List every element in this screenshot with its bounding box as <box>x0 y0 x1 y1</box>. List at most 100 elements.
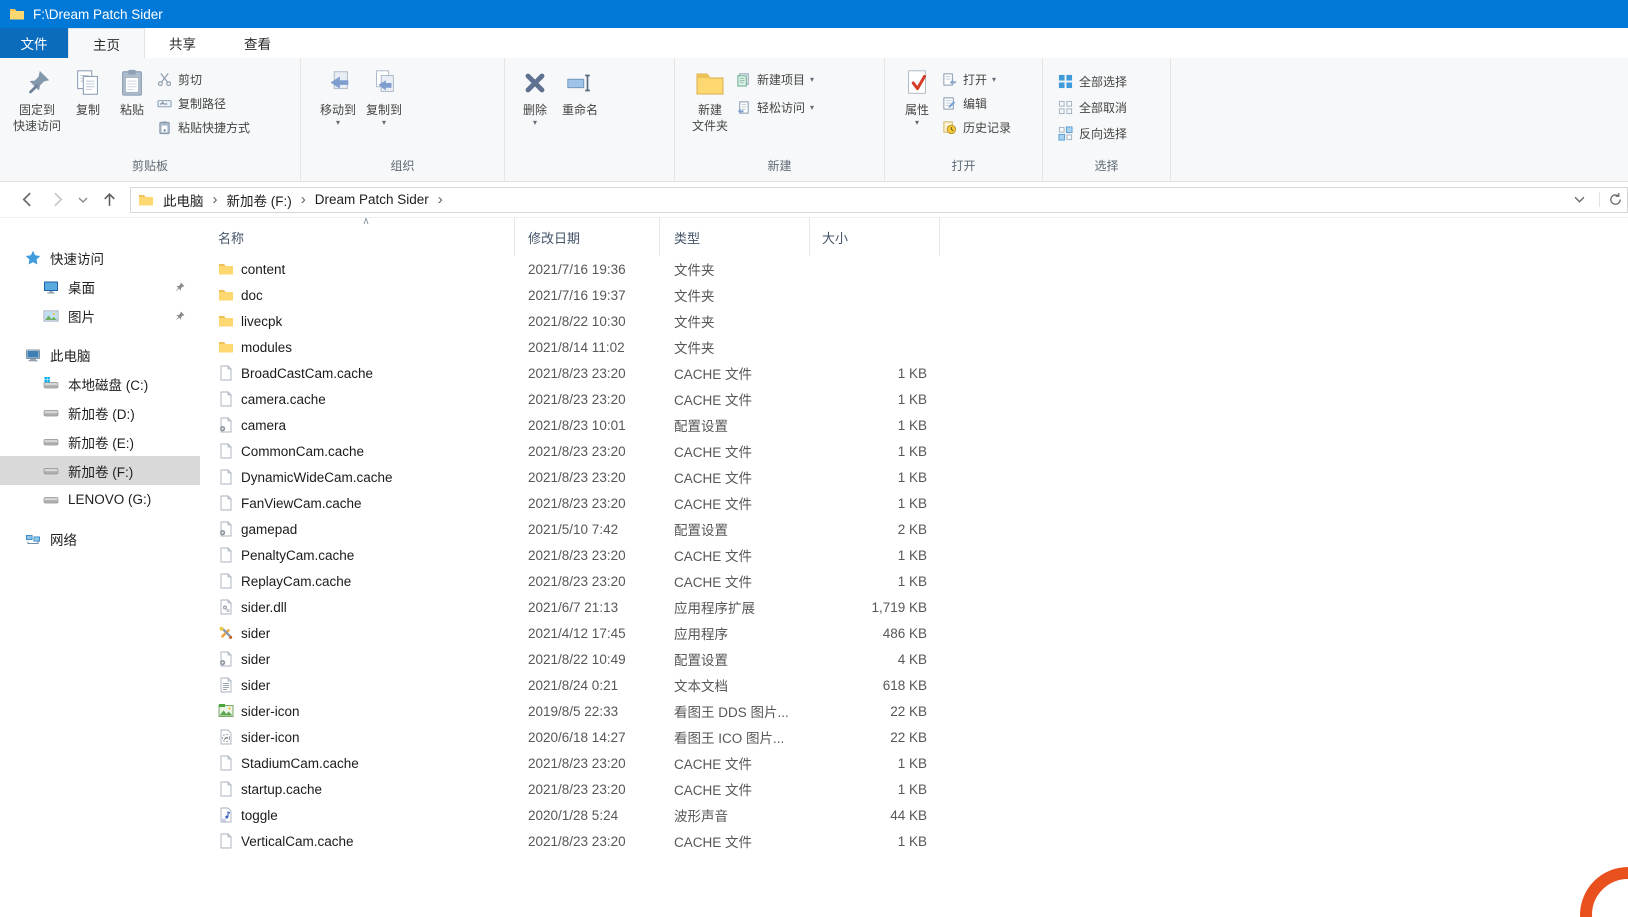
ribbon-group-select: 全部选择 全部取消 反向选择 选择 <box>1043 58 1171 181</box>
file-type: CACHE 文件 <box>660 753 810 773</box>
cut-button[interactable]: 剪切 <box>154 70 253 89</box>
table-row[interactable]: sider.dll2021/6/7 21:13应用程序扩展1,719 KB <box>210 594 1628 620</box>
move-to-label: 移动到 <box>320 103 356 119</box>
desktop-icon <box>43 279 59 295</box>
sidebar-item[interactable]: 此电脑 <box>0 340 200 369</box>
table-row[interactable]: CommonCam.cache2021/8/23 23:20CACHE 文件1 … <box>210 438 1628 464</box>
sidebar-item-label: 新加卷 (D:) <box>68 403 135 423</box>
tab-file[interactable]: 文件 <box>0 28 68 58</box>
table-row[interactable]: PenaltyCam.cache2021/8/23 23:20CACHE 文件1… <box>210 542 1628 568</box>
address-box[interactable]: 此电脑›新加卷 (F:)›Dream Patch Sider› <box>130 187 1628 213</box>
file-size: 1 KB <box>810 366 940 381</box>
table-row[interactable]: StadiumCam.cache2021/8/23 23:20CACHE 文件1… <box>210 750 1628 776</box>
breadcrumb-item[interactable]: Dream Patch Sider <box>308 192 436 207</box>
invert-selection-button[interactable]: 反向选择 <box>1055 124 1130 143</box>
table-row[interactable]: gamepad2021/5/10 7:42配置设置2 KB <box>210 516 1628 542</box>
sidebar-item[interactable]: 新加卷 (E:) <box>0 427 200 456</box>
audio-icon <box>218 807 234 823</box>
file-icon <box>218 833 234 849</box>
column-header-date[interactable]: 修改日期 <box>515 218 660 256</box>
column-header-size[interactable]: 大小 <box>810 218 940 256</box>
up-button[interactable] <box>94 191 124 208</box>
file-date: 2021/8/23 23:20 <box>515 470 660 485</box>
breadcrumb-item[interactable]: 新加卷 (F:) <box>220 190 299 210</box>
paste-shortcut-button[interactable]: 粘贴快捷方式 <box>154 118 253 137</box>
file-icon <box>218 495 234 511</box>
file-size: 4 KB <box>810 652 940 667</box>
table-row[interactable]: doc2021/7/16 19:37文件夹 <box>210 282 1628 308</box>
breadcrumb-separator-icon[interactable]: › <box>299 191 308 208</box>
new-item-button[interactable]: 新建项目 ▾ <box>733 70 817 89</box>
properties-button[interactable]: 属性 ▾ <box>895 64 939 128</box>
file-date: 2021/5/10 7:42 <box>515 522 660 537</box>
table-row[interactable]: toggle2020/1/28 5:24波形声音44 KB <box>210 802 1628 828</box>
rename-label: 重命名 <box>562 103 598 119</box>
rename-button[interactable]: 重命名 <box>557 64 603 121</box>
new-folder-button[interactable]: 新建 文件夹 <box>687 64 733 136</box>
sidebar-item[interactable]: LENOVO (G:) <box>0 485 200 514</box>
breadcrumb-separator-icon[interactable]: › <box>436 191 445 208</box>
file-date: 2021/8/14 11:02 <box>515 340 660 355</box>
table-row[interactable]: sider2021/8/22 10:49配置设置4 KB <box>210 646 1628 672</box>
tab-view[interactable]: 查看 <box>220 28 295 58</box>
sidebar-item[interactable]: 新加卷 (D:) <box>0 398 200 427</box>
copy-path-button[interactable]: 复制路径 <box>154 94 253 113</box>
copy-to-button[interactable]: 复制到 ▾ <box>361 64 407 128</box>
recent-locations-button[interactable] <box>72 195 94 205</box>
table-row[interactable]: FanViewCam.cache2021/8/23 23:20CACHE 文件1… <box>210 490 1628 516</box>
sidebar-item[interactable]: 新加卷 (F:) <box>0 456 200 485</box>
table-row[interactable]: camera2021/8/23 10:01配置设置1 KB <box>210 412 1628 438</box>
table-row[interactable]: ReplayCam.cache2021/8/23 23:20CACHE 文件1 … <box>210 568 1628 594</box>
sidebar-item[interactable]: 图片 <box>0 301 200 330</box>
table-row[interactable]: modules2021/8/14 11:02文件夹 <box>210 334 1628 360</box>
forward-button[interactable] <box>42 191 72 208</box>
select-all-button[interactable]: 全部选择 <box>1055 72 1130 91</box>
table-row[interactable]: sider-icon2020/6/18 14:27看图王 ICO 图片...22… <box>210 724 1628 750</box>
pin-to-quick-access-button[interactable]: 固定到 快速访问 <box>8 64 66 136</box>
file-icon <box>218 469 234 485</box>
sidebar-item[interactable]: 桌面 <box>0 272 200 301</box>
breadcrumb-separator-icon[interactable]: › <box>211 191 220 208</box>
table-row[interactable]: sider-icon2019/8/5 22:33看图王 DDS 图片...22 … <box>210 698 1628 724</box>
open-button[interactable]: 打开 ▾ <box>939 70 1014 89</box>
sidebar-item[interactable]: 网络 <box>0 524 200 553</box>
address-dropdown-chevron-icon[interactable] <box>1560 194 1599 205</box>
history-button[interactable]: 历史记录 <box>939 118 1014 137</box>
table-row[interactable]: sider2021/8/24 0:21文本文档618 KB <box>210 672 1628 698</box>
table-row[interactable]: DynamicWideCam.cache2021/8/23 23:20CACHE… <box>210 464 1628 490</box>
select-none-button[interactable]: 全部取消 <box>1055 98 1130 117</box>
chevron-down-icon: ▾ <box>810 104 814 111</box>
breadcrumb-item[interactable]: 此电脑 <box>156 190 211 210</box>
table-row[interactable]: camera.cache2021/8/23 23:20CACHE 文件1 KB <box>210 386 1628 412</box>
tab-share[interactable]: 共享 <box>145 28 220 58</box>
easy-access-button[interactable]: 轻松访问 ▾ <box>733 98 817 117</box>
edit-button[interactable]: 编辑 <box>939 94 1014 113</box>
new-item-icon <box>736 72 752 88</box>
properties-label: 属性 <box>905 103 929 119</box>
sidebar-item[interactable]: 本地磁盘 (C:) <box>0 369 200 398</box>
refresh-button[interactable] <box>1599 192 1627 207</box>
quick-access-star-icon <box>25 250 41 266</box>
file-type: 文件夹 <box>660 337 810 357</box>
table-row[interactable]: BroadCastCam.cache2021/8/23 23:20CACHE 文… <box>210 360 1628 386</box>
file-size: 44 KB <box>810 808 940 823</box>
table-row[interactable]: livecpk2021/8/22 10:30文件夹 <box>210 308 1628 334</box>
table-row[interactable]: startup.cache2021/8/23 23:20CACHE 文件1 KB <box>210 776 1628 802</box>
table-row[interactable]: sider2021/4/12 17:45应用程序486 KB <box>210 620 1628 646</box>
back-button[interactable] <box>12 191 42 208</box>
delete-button[interactable]: 删除 ▾ <box>513 64 557 128</box>
file-name: VerticalCam.cache <box>241 834 354 849</box>
paste-button[interactable]: 粘贴 <box>110 64 154 121</box>
copy-button[interactable]: 复制 <box>66 64 110 121</box>
table-row[interactable]: VerticalCam.cache2021/8/23 23:20CACHE 文件… <box>210 828 1628 854</box>
copy-to-label: 复制到 <box>366 103 402 119</box>
move-to-button[interactable]: 移动到 ▾ <box>315 64 361 128</box>
sidebar-item[interactable]: 快速访问 <box>0 243 200 272</box>
column-header-type[interactable]: 类型 <box>660 218 810 256</box>
select-all-icon <box>1058 74 1074 90</box>
file-icon <box>218 547 234 563</box>
file-size: 486 KB <box>810 626 940 641</box>
column-header-name[interactable]: ∧ 名称 <box>218 218 515 256</box>
table-row[interactable]: content2021/7/16 19:36文件夹 <box>210 256 1628 282</box>
tab-home[interactable]: 主页 <box>68 28 145 58</box>
